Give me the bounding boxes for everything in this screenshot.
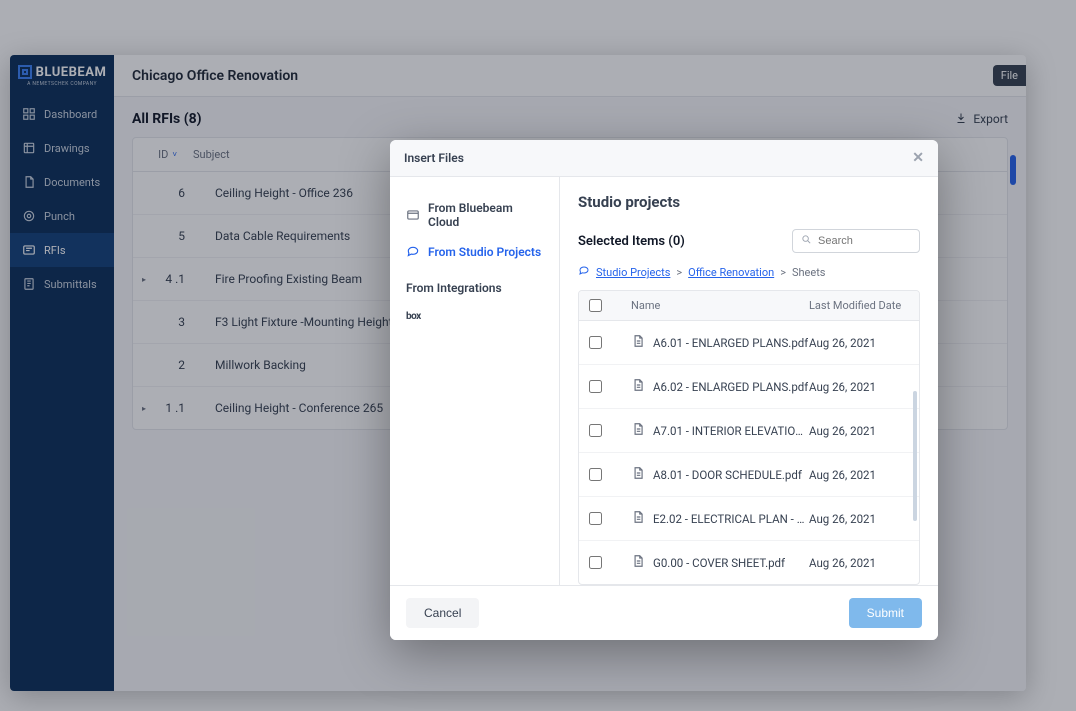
file-table: Name Last Modified Date A6.01 - ENLARGED… <box>578 290 920 585</box>
cloud-folder-icon <box>406 208 420 222</box>
file-date: Aug 26, 2021 <box>809 380 909 394</box>
integrations-heading: From Integrations <box>402 267 547 303</box>
studio-icon <box>406 245 420 259</box>
file-date: Aug 26, 2021 <box>809 424 909 438</box>
file-checkbox[interactable] <box>589 424 602 437</box>
col-name[interactable]: Name <box>613 299 809 312</box>
file-date: Aug 26, 2021 <box>809 468 909 482</box>
crumb-leaf: Sheets <box>792 266 826 279</box>
file-row[interactable]: A7.01 - INTERIOR ELEVATIONS.pdfAug 26, 2… <box>579 409 919 453</box>
source-bluebeam-cloud[interactable]: From Bluebeam Cloud <box>402 193 547 237</box>
modal-footer: Cancel Submit <box>390 585 938 640</box>
col-date[interactable]: Last Modified Date <box>809 299 909 312</box>
source-box[interactable]: box <box>402 303 547 330</box>
file-checkbox[interactable] <box>589 380 602 393</box>
cancel-button[interactable]: Cancel <box>406 598 479 628</box>
file-row[interactable]: G0.00 - COVER SHEET.pdf Aug 26, 2021 <box>579 541 919 584</box>
file-date: Aug 26, 2021 <box>809 512 909 526</box>
select-all-checkbox[interactable] <box>589 299 602 312</box>
studio-icon <box>578 265 590 280</box>
modal-title: Insert Files <box>404 151 464 165</box>
file-name: A7.01 - INTERIOR ELEVATIONS.pdf <box>653 424 809 438</box>
file-icon <box>631 553 653 572</box>
file-checkbox[interactable] <box>589 556 602 569</box>
file-icon <box>631 333 653 352</box>
selected-count: Selected Items (0) <box>578 234 685 249</box>
file-checkbox[interactable] <box>589 336 602 349</box>
file-date: Aug 26, 2021 <box>809 556 909 570</box>
close-icon[interactable]: ✕ <box>912 150 924 166</box>
file-icon <box>631 421 653 440</box>
file-row[interactable]: E2.02 - ELECTRICAL PLAN - LEVELAug 26, 2… <box>579 497 919 541</box>
file-checkbox[interactable] <box>589 512 602 525</box>
modal-header: Insert Files ✕ <box>390 140 938 177</box>
submit-button[interactable]: Submit <box>849 598 922 628</box>
browser-title: Studio projects <box>578 193 920 211</box>
file-name: A6.01 - ENLARGED PLANS.pdf <box>653 336 808 350</box>
breadcrumb: Studio Projects > Office Renovation > Sh… <box>578 265 920 280</box>
file-table-header: Name Last Modified Date <box>579 291 919 321</box>
file-icon <box>631 465 653 484</box>
source-panel: From Bluebeam Cloud From Studio Projects… <box>390 177 560 585</box>
box-icon: box <box>406 311 421 322</box>
file-name: A8.01 - DOOR SCHEDULE.pdf <box>653 468 802 482</box>
file-name: A6.02 - ENLARGED PLANS.pdf <box>653 380 808 394</box>
file-row[interactable]: A6.01 - ENLARGED PLANS.pdfAug 26, 2021 <box>579 321 919 365</box>
file-icon <box>631 377 653 396</box>
search-input-wrap[interactable] <box>792 229 920 253</box>
crumb-root[interactable]: Studio Projects <box>596 266 670 279</box>
scrollbar-thumb[interactable] <box>913 391 917 521</box>
file-row[interactable]: A8.01 - DOOR SCHEDULE.pdf Aug 26, 2021 <box>579 453 919 497</box>
file-row[interactable]: A6.02 - ENLARGED PLANS.pdfAug 26, 2021 <box>579 365 919 409</box>
source-studio-projects[interactable]: From Studio Projects <box>402 237 547 267</box>
file-icon <box>631 509 653 528</box>
file-name: G0.00 - COVER SHEET.pdf <box>653 556 785 570</box>
search-icon <box>801 234 812 248</box>
crumb-mid[interactable]: Office Renovation <box>688 266 774 279</box>
file-browser: Studio projects Selected Items (0) Studi… <box>560 177 938 585</box>
file-date: Aug 26, 2021 <box>809 336 909 350</box>
insert-files-modal: Insert Files ✕ From Bluebeam Cloud From … <box>390 140 938 640</box>
file-name: E2.02 - ELECTRICAL PLAN - LEVEL <box>653 512 809 526</box>
file-checkbox[interactable] <box>589 468 602 481</box>
search-input[interactable] <box>818 235 908 247</box>
